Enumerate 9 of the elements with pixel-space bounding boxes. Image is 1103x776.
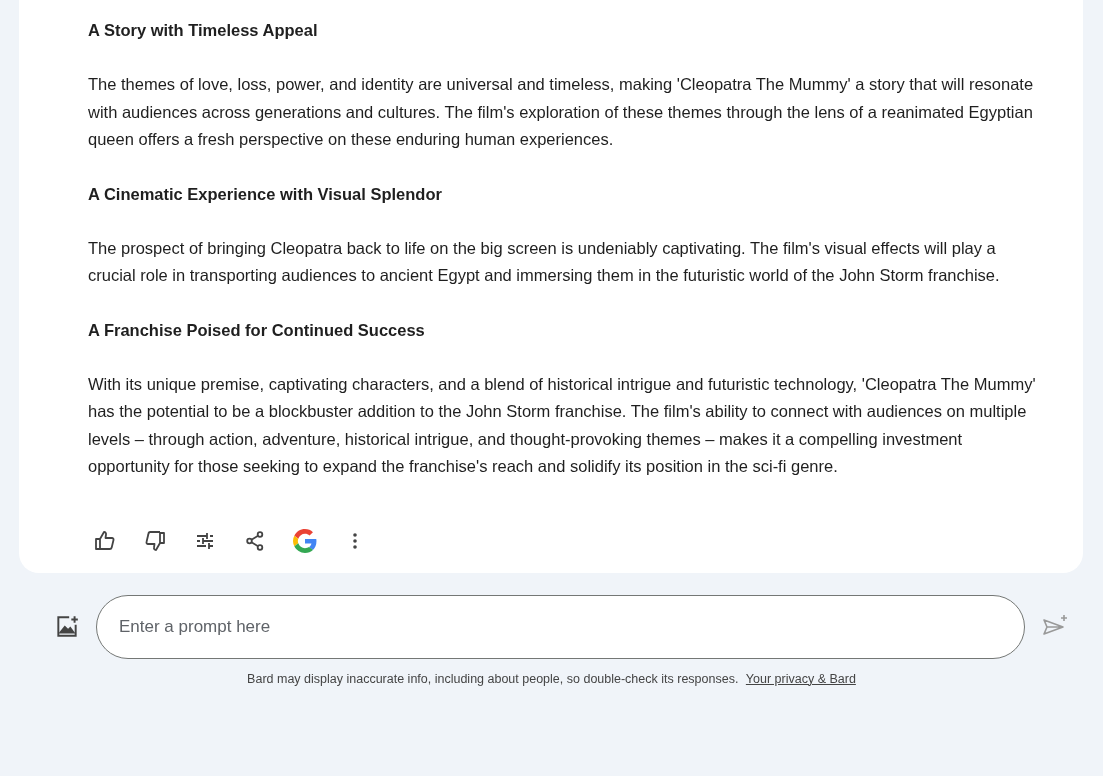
section-heading: A Franchise Poised for Continued Success	[88, 319, 425, 341]
section-heading: A Story with Timeless Appeal	[88, 20, 318, 41]
prompt-field[interactable]: Enter a prompt here	[96, 594, 1025, 659]
disclaimer-text: Bard may display inaccurate info, including about people, so double-check its responses.	[247, 671, 739, 686]
privacy-link[interactable]: Your privacy & Bard	[745, 671, 856, 686]
section-paragraph: The prospect of bringing Cleopatra back to life on the big screen is undeniably captivating. The film's visual effects will play a crucial role in transporting audiences to ancient Egypt and immersing them in the futuristic world of the John Storm franchise.	[88, 237, 1001, 286]
section-paragraph: The themes of love, loss, power, and identity are universal and timeless, making 'Cleopatra The Mummy' a story that will resonate with audiences across generations and cultures. The film's exploration of these themes through the lens of a reanimated Egyptian queen offers a fresh perspective on these enduring human experiences.	[88, 74, 1035, 150]
section-paragraph: With its unique premise, captivating characters, and a blend of historical intrigue and futuristic technology, 'Cleopatra The Mummy' has the potential to be a blockbuster addition to the John Storm franchise. The film's ability to connect with audiences on multiple levels – through action, adventure, historical intrigue, and thought-provoking themes – makes it a compelling investment opportunity for those seeking to expand the franchise's reach and solidify its position in the sci-fi genre.	[88, 373, 1037, 477]
section-heading: A Cinematic Experience with Visual Splendor	[88, 183, 442, 205]
